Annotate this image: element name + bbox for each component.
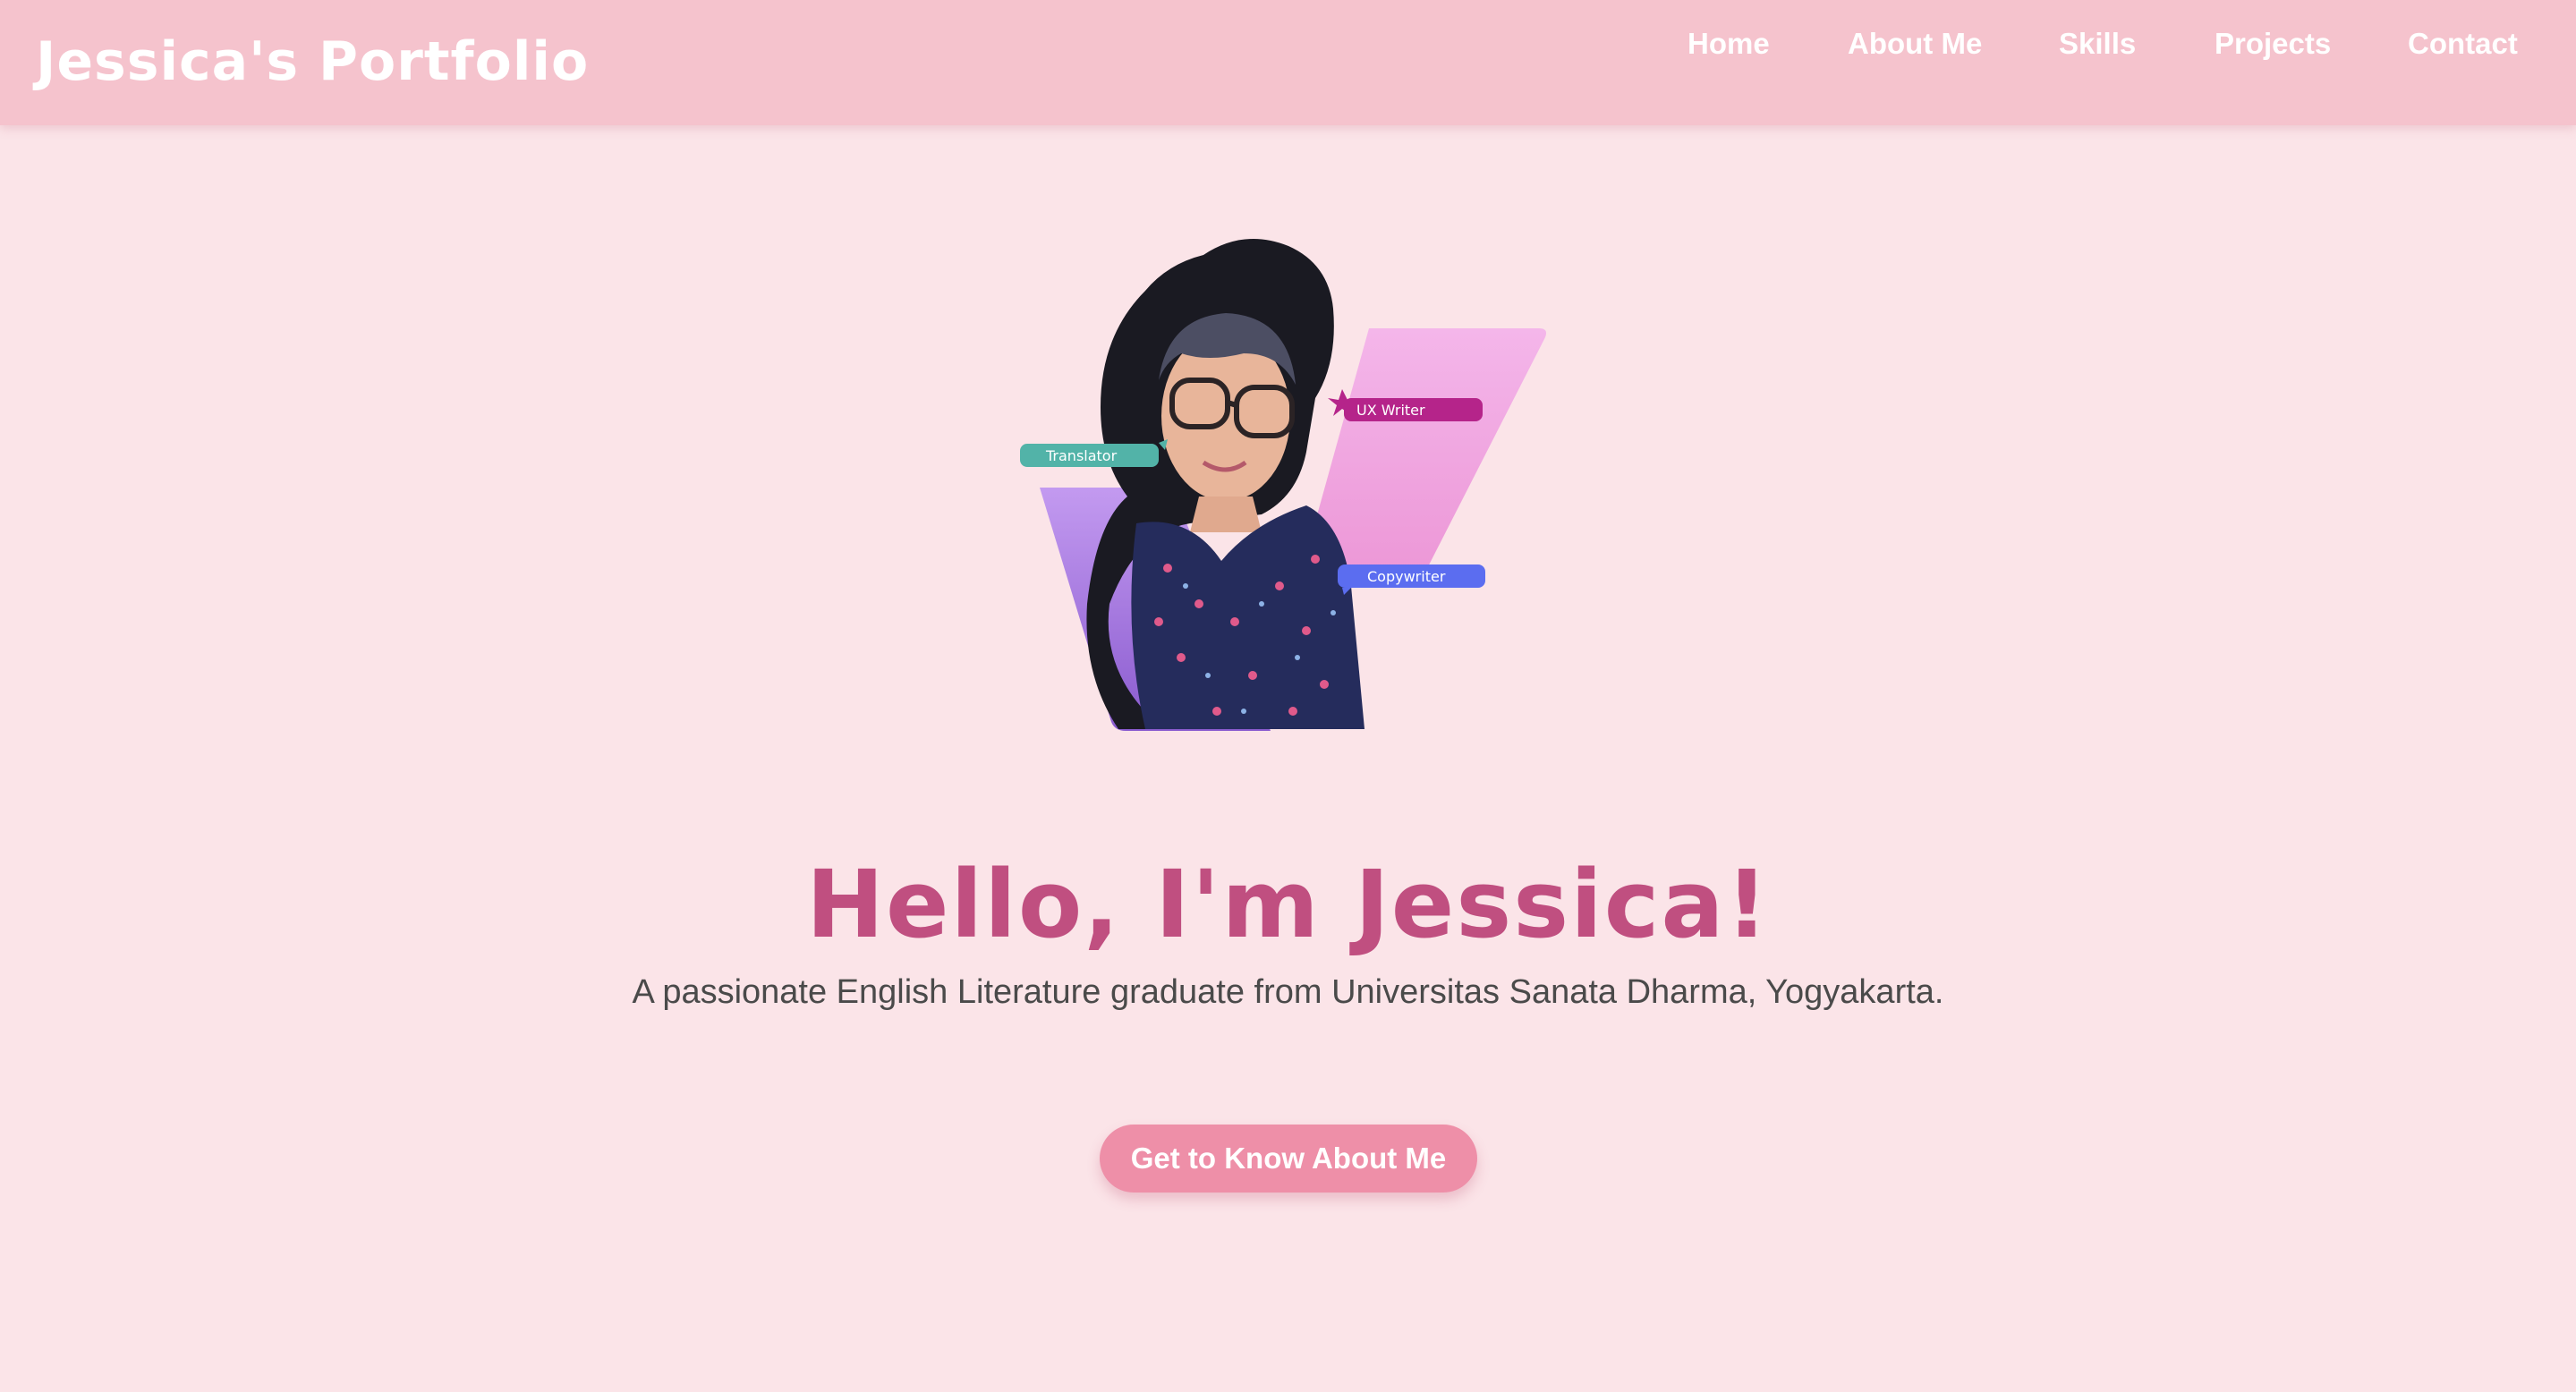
about-me-cta-button[interactable]: Get to Know About Me [1100, 1125, 1477, 1193]
tag-translator-label: Translator [1045, 447, 1118, 464]
nav-about-me[interactable]: About Me [1848, 27, 1982, 61]
tag-copywriter: Copywriter [1338, 564, 1485, 595]
navbar: Jessica's Portfolio Home About Me Skills… [0, 0, 2576, 125]
nav-contact[interactable]: Contact [2408, 27, 2518, 61]
hero-subtitle: A passionate English Literature graduate… [632, 973, 1944, 1011]
profile-graphic: UX Writer Translator Copywriter [1020, 239, 1546, 731]
nav-projects[interactable]: Projects [2215, 27, 2331, 61]
hero-illustration: UX Writer Translator Copywriter [1011, 228, 1566, 747]
nav-skills[interactable]: Skills [2059, 27, 2136, 61]
tag-copywriter-label: Copywriter [1367, 568, 1446, 585]
site-brand[interactable]: Jessica's Portfolio [36, 30, 589, 93]
nav-home[interactable]: Home [1688, 27, 1770, 61]
hero-title: Hello, I'm Jessica! [805, 850, 1771, 959]
tag-ux-writer-label: UX Writer [1356, 402, 1425, 419]
